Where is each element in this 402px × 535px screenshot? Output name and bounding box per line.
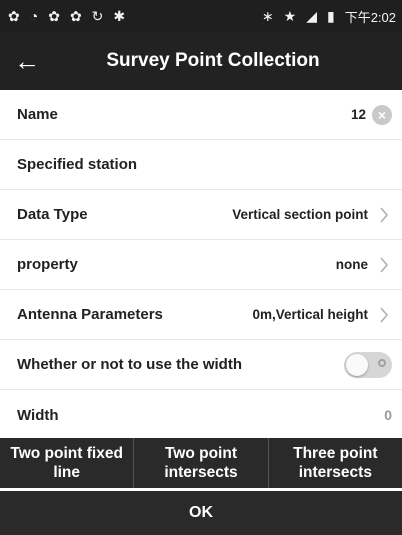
arrow-left-icon[interactable]: ← (10, 42, 44, 80)
page-title: Survey Point Collection (106, 50, 320, 71)
chevron-right-icon (376, 205, 392, 225)
debug-icon: ✱ (113, 7, 126, 24)
bluetooth-icon: ∗ (261, 7, 274, 24)
two-point-intersects-button[interactable]: Two point intersects (134, 438, 269, 488)
data-type-row[interactable]: Data Type Vertical section point (0, 190, 402, 240)
property-row[interactable]: property none (0, 240, 402, 290)
data-type-value: Vertical section point (232, 207, 368, 222)
antenna-row[interactable]: Antenna Parameters 0m,Vertical height (0, 290, 402, 340)
two-point-fixed-line-button[interactable]: Two point fixed line (0, 438, 135, 488)
status-bar-right: ∗ ★ ◢ ▮ 下午2:02 (262, 7, 402, 26)
data-type-label: Data Type (17, 206, 88, 223)
use-width-label: Whether or not to use the width (17, 356, 242, 373)
ok-button[interactable]: OK (0, 491, 402, 535)
action-button-bar: Two point fixed line Two point intersect… (0, 438, 402, 488)
form-list: Name 12 × Specified station Data Type Ve… (0, 90, 402, 440)
use-width-row: Whether or not to use the width (0, 340, 402, 390)
toggle-knob (346, 353, 368, 376)
antenna-value: 0m,Vertical height (252, 307, 368, 322)
battery-icon: ▮ (326, 7, 335, 24)
star-icon: ★ (283, 7, 297, 24)
status-bar-left: ✿ ◔ ✿ ✿ ↻ ✱ (0, 8, 125, 25)
property-value: none (335, 257, 368, 272)
three-point-intersects-button[interactable]: Three point intersects (269, 438, 402, 488)
toggle-off-icon (378, 358, 386, 367)
app-icon: ✿ (8, 7, 20, 24)
name-row[interactable]: Name 12 × (0, 90, 402, 140)
sync-icon: ↻ (91, 7, 104, 24)
station-row[interactable]: Specified station (0, 140, 402, 190)
station-label: Specified station (17, 156, 138, 173)
clear-icon[interactable]: × (372, 104, 392, 125)
property-label: property (17, 256, 78, 273)
name-label: Name (17, 106, 58, 123)
name-value[interactable]: 12 (351, 107, 366, 122)
wifi-icon: ◔ (29, 7, 39, 24)
signal-icon: ◢ (306, 7, 317, 24)
width-value[interactable]: 0 (384, 407, 392, 423)
antenna-label: Antenna Parameters (17, 306, 163, 323)
chevron-right-icon (376, 305, 392, 325)
width-label: Width (17, 406, 59, 424)
width-row[interactable]: Width 0 (0, 390, 402, 440)
toolbar: Survey Point Collection ← (0, 32, 402, 90)
status-bar: ✿ ◔ ✿ ✿ ↻ ✱ ∗ ★ ◢ ▮ 下午2:02 (0, 0, 402, 32)
app-icon: ✿ (69, 7, 82, 24)
status-time: 下午2:02 (344, 9, 396, 25)
use-width-toggle[interactable] (344, 351, 392, 378)
chevron-right-icon (376, 255, 392, 275)
app-icon: ✿ (48, 7, 60, 24)
